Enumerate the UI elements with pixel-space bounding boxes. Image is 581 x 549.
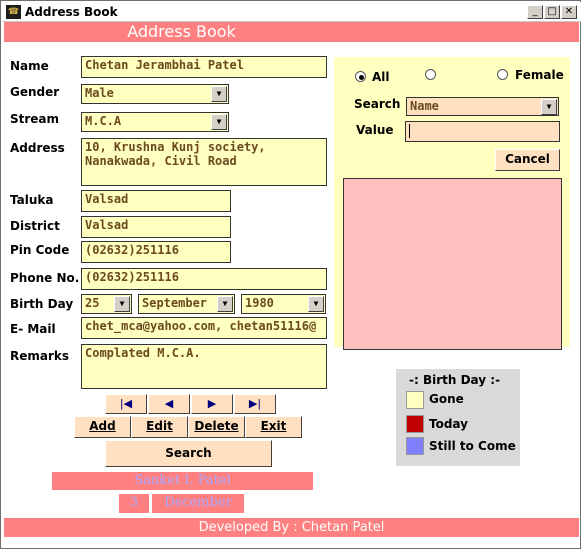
radio-male[interactable] — [425, 69, 436, 80]
chevron-down-icon[interactable]: ▼ — [308, 296, 324, 312]
stream-select[interactable]: M.C.A ▼ — [81, 112, 229, 132]
stream-value: M.C.A — [85, 114, 122, 128]
app-icon[interactable]: ☎ — [6, 5, 21, 19]
stream-label: Stream — [10, 112, 60, 126]
name-field[interactable]: Chetan Jerambhai Patel — [81, 56, 327, 78]
chevron-down-icon[interactable]: ▼ — [114, 296, 130, 312]
title-bar[interactable]: ☎ Address Book _ □ ✕ — [2, 2, 581, 22]
radio-female[interactable] — [497, 69, 508, 80]
today-swatch — [406, 415, 424, 433]
district-field[interactable]: Valsad — [81, 216, 231, 238]
first-record-button[interactable]: |◀ — [105, 394, 147, 414]
email-label: E- Mail — [10, 322, 56, 336]
delete-label: Delete — [194, 419, 239, 433]
search-button[interactable]: Search — [105, 440, 272, 467]
radio-all[interactable] — [355, 71, 366, 82]
still-swatch — [406, 437, 424, 455]
birth-day-select[interactable]: 25 ▼ — [81, 294, 132, 314]
window-title: Address Book — [25, 5, 118, 19]
birth-day-value: 25 — [85, 296, 100, 310]
maximize-button[interactable]: □ — [544, 5, 560, 19]
add-button[interactable]: Add — [74, 416, 131, 438]
add-label: Add — [89, 419, 116, 433]
exit-label: Exit — [260, 419, 287, 433]
header-title: Address Book — [127, 22, 236, 41]
footer-bar: Developed By : Chetan Patel — [4, 518, 579, 537]
birth-year-select[interactable]: 1980 ▼ — [241, 294, 326, 314]
exit-button[interactable]: Exit — [245, 416, 302, 438]
main-window: ☎ Address Book _ □ ✕ Address Book Name G… — [0, 0, 581, 549]
birthday-month: December — [152, 494, 244, 513]
taluka-label: Taluka — [10, 193, 54, 207]
remarks-field[interactable]: Complated M.C.A. — [81, 344, 327, 389]
birth-year-value: 1980 — [245, 296, 274, 310]
value-input[interactable] — [405, 121, 560, 142]
legend-still: Still to Come — [429, 439, 516, 453]
birthday-name: Sanket I. Patel — [52, 472, 313, 490]
gender-value: Male — [85, 86, 114, 100]
close-button[interactable]: ✕ — [561, 5, 577, 19]
radio-all-label: All — [372, 70, 390, 84]
chevron-down-icon[interactable]: ▼ — [211, 114, 227, 130]
phone-field[interactable]: (02632)251116 — [81, 268, 327, 290]
value-label: Value — [356, 123, 394, 137]
phone-label: Phone No. — [10, 271, 80, 285]
text-cursor — [409, 124, 410, 138]
app-header: Address Book — [4, 22, 579, 42]
radio-female-label: Female — [515, 68, 564, 82]
gender-label: Gender — [10, 85, 60, 99]
legend-title: -: Birth Day :- — [409, 373, 501, 387]
birth-month-value: September — [142, 296, 208, 310]
previous-record-button[interactable]: ◀ — [148, 394, 190, 414]
gender-select[interactable]: Male ▼ — [81, 84, 229, 104]
legend-today: Today — [429, 417, 468, 431]
address-label: Address — [10, 141, 65, 155]
legend-gone: Gone — [429, 392, 464, 406]
chevron-down-icon[interactable]: ▼ — [217, 296, 233, 312]
edit-label: Edit — [146, 419, 173, 433]
district-label: District — [10, 219, 60, 233]
delete-button[interactable]: Delete — [188, 416, 245, 438]
last-record-button[interactable]: ▶| — [234, 394, 276, 414]
name-label: Name — [10, 59, 49, 73]
minimize-button[interactable]: _ — [527, 5, 543, 19]
gone-swatch — [406, 391, 424, 409]
search-field-value: Name — [410, 99, 439, 113]
search-field-select[interactable]: Name ▼ — [406, 97, 559, 116]
chevron-down-icon[interactable]: ▼ — [211, 86, 227, 102]
email-field[interactable]: chet_mca@yahoo.com, chetan51116@ — [81, 317, 327, 339]
address-field[interactable]: 10, Krushna Kunj society, Nanakwada, Civ… — [81, 138, 327, 186]
pincode-label: Pin Code — [10, 243, 70, 257]
birthday-day: 3 — [119, 494, 149, 513]
search-results-list[interactable] — [343, 178, 562, 350]
birthday-label: Birth Day — [10, 297, 74, 311]
cancel-button[interactable]: Cancel — [495, 149, 560, 171]
birth-month-select[interactable]: September ▼ — [138, 294, 235, 314]
pincode-field[interactable]: (02632)251116 — [81, 241, 231, 263]
taluka-field[interactable]: Valsad — [81, 190, 231, 212]
search-by-label: Search — [354, 97, 401, 111]
edit-button[interactable]: Edit — [131, 416, 188, 438]
next-record-button[interactable]: ▶ — [191, 394, 233, 414]
remarks-label: Remarks — [10, 349, 70, 363]
chevron-down-icon[interactable]: ▼ — [541, 99, 557, 115]
